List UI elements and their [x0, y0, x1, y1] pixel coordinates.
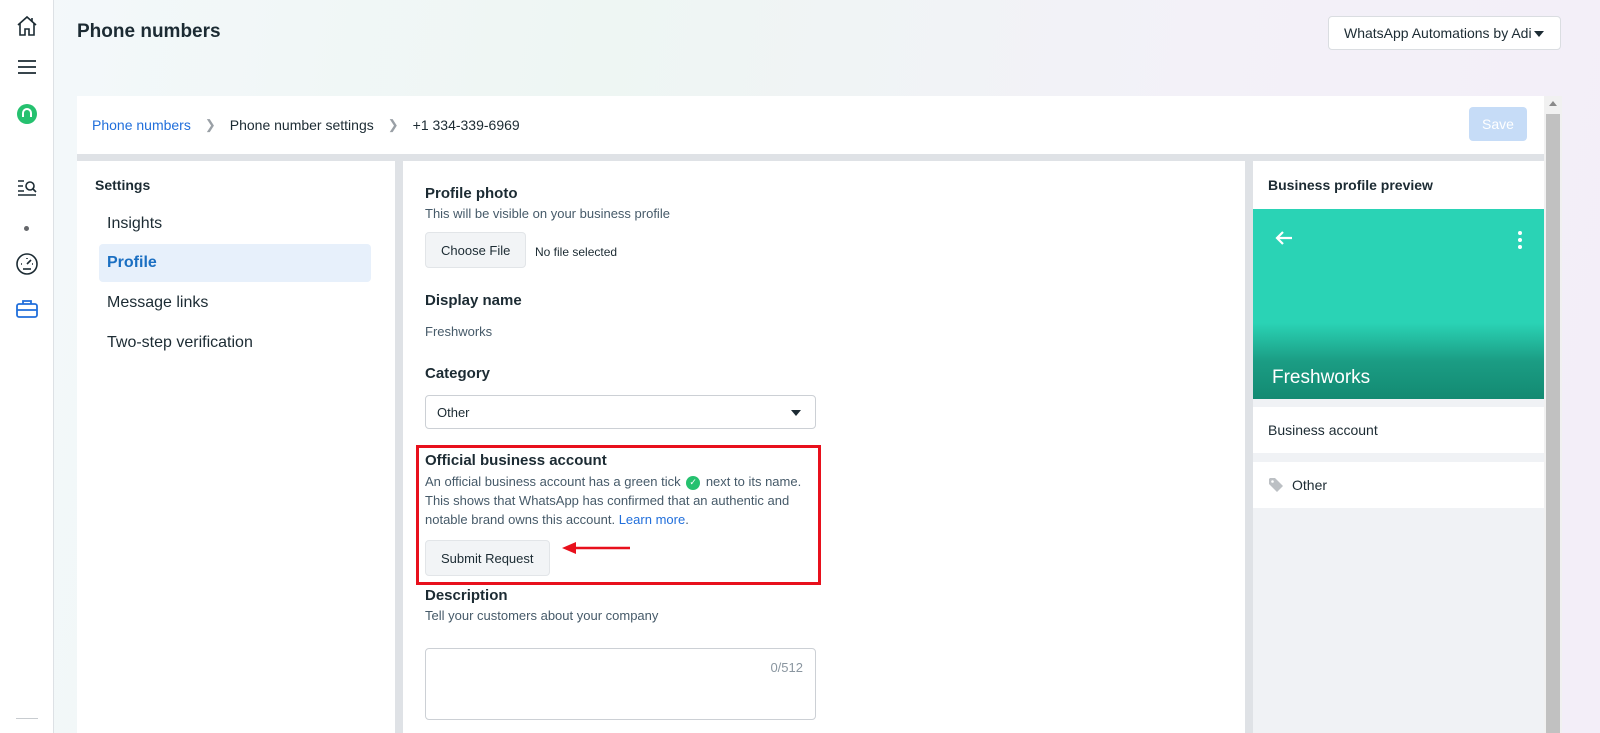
- left-rail: [0, 0, 54, 733]
- description-label: Description: [425, 587, 508, 604]
- preview-business-name: Freshworks: [1272, 367, 1371, 388]
- chevron-right-icon: ❯: [387, 117, 399, 132]
- description-textarea[interactable]: 0/512: [425, 648, 816, 720]
- breadcrumb-phone-number-settings: Phone number settings: [229, 117, 374, 133]
- preview-category: Other: [1253, 462, 1544, 508]
- profile-photo-label: Profile photo: [425, 185, 518, 202]
- breadcrumb-phone-numbers[interactable]: Phone numbers: [92, 117, 191, 133]
- tag-icon: [1268, 477, 1284, 493]
- chevron-right-icon: ❯: [204, 117, 216, 132]
- home-icon[interactable]: [14, 13, 40, 39]
- business-profile-preview: Business profile preview Freshworks Busi…: [1253, 161, 1544, 733]
- preview-account-type-label: Business account: [1268, 422, 1378, 438]
- official-account-description: An official business account has a green…: [425, 472, 815, 529]
- character-counter: 0/512: [770, 660, 803, 675]
- scrollbar-thumb[interactable]: [1546, 114, 1560, 733]
- briefcase-icon[interactable]: [14, 296, 40, 322]
- official-account-period: .: [685, 512, 689, 527]
- scrollbar[interactable]: [1544, 96, 1562, 733]
- whatsapp-manager-icon[interactable]: [14, 101, 40, 127]
- menu-icon[interactable]: [14, 54, 40, 80]
- separator-dot: [24, 226, 29, 231]
- green-tick-icon: ✓: [686, 475, 701, 490]
- caret-down-icon: [791, 410, 801, 416]
- settings-title: Settings: [95, 177, 151, 193]
- breadcrumb-phone-number: +1 334-339-6969: [412, 117, 520, 133]
- divider: [77, 154, 1544, 161]
- account-selector[interactable]: WhatsApp Automations by Adi: [1328, 16, 1561, 50]
- divider: [1245, 161, 1253, 733]
- caret-down-icon: [1534, 31, 1544, 37]
- learn-more-link[interactable]: Learn more: [619, 512, 685, 527]
- preview-account-type: Business account: [1253, 407, 1544, 453]
- settings-item-profile[interactable]: Profile: [99, 244, 371, 282]
- display-name-value: Freshworks: [425, 324, 493, 339]
- category-select-value: Other: [437, 404, 470, 420]
- rail-divider: [16, 718, 38, 719]
- divider: [395, 161, 403, 733]
- category-select[interactable]: Other: [425, 395, 816, 429]
- submit-request-button[interactable]: Submit Request: [425, 540, 550, 576]
- preview-title: Business profile preview: [1268, 177, 1433, 193]
- preview-category-label: Other: [1292, 477, 1328, 493]
- official-account-label: Official business account: [425, 452, 607, 469]
- settings-item-insights[interactable]: Insights: [99, 205, 371, 243]
- settings-item-message-links[interactable]: Message links: [99, 284, 371, 322]
- preview-header: Business profile preview: [1253, 161, 1544, 209]
- profile-photo-help: This will be visible on your business pr…: [425, 206, 670, 221]
- category-label: Category: [425, 365, 491, 382]
- description-help: Tell your customers about your company: [425, 608, 659, 623]
- scroll-up-icon[interactable]: [1549, 101, 1557, 106]
- official-account-text: An official business account has a green…: [425, 474, 681, 489]
- dashboard-gauge-icon[interactable]: [14, 251, 40, 277]
- settings-item-two-step-verification[interactable]: Two-step verification: [99, 324, 371, 362]
- page-title: Phone numbers: [77, 21, 221, 42]
- save-button[interactable]: Save: [1469, 107, 1527, 141]
- account-selector-label: WhatsApp Automations by Adi: [1344, 25, 1532, 41]
- profile-form: Profile photo This will be visible on yo…: [403, 161, 1245, 733]
- file-status: No file selected: [535, 245, 618, 259]
- more-vertical-icon: [1518, 231, 1522, 249]
- search-list-icon[interactable]: [14, 174, 40, 200]
- arrow-icon: [562, 542, 630, 554]
- choose-file-button[interactable]: Choose File: [425, 232, 527, 268]
- preview-hero: Freshworks: [1253, 209, 1544, 399]
- settings-panel: Settings Insights Profile Message links …: [77, 161, 395, 733]
- display-name-label: Display name: [425, 292, 522, 309]
- back-arrow-icon: [1273, 227, 1295, 255]
- breadcrumb: Phone numbers ❯ Phone number settings ❯ …: [77, 96, 1544, 154]
